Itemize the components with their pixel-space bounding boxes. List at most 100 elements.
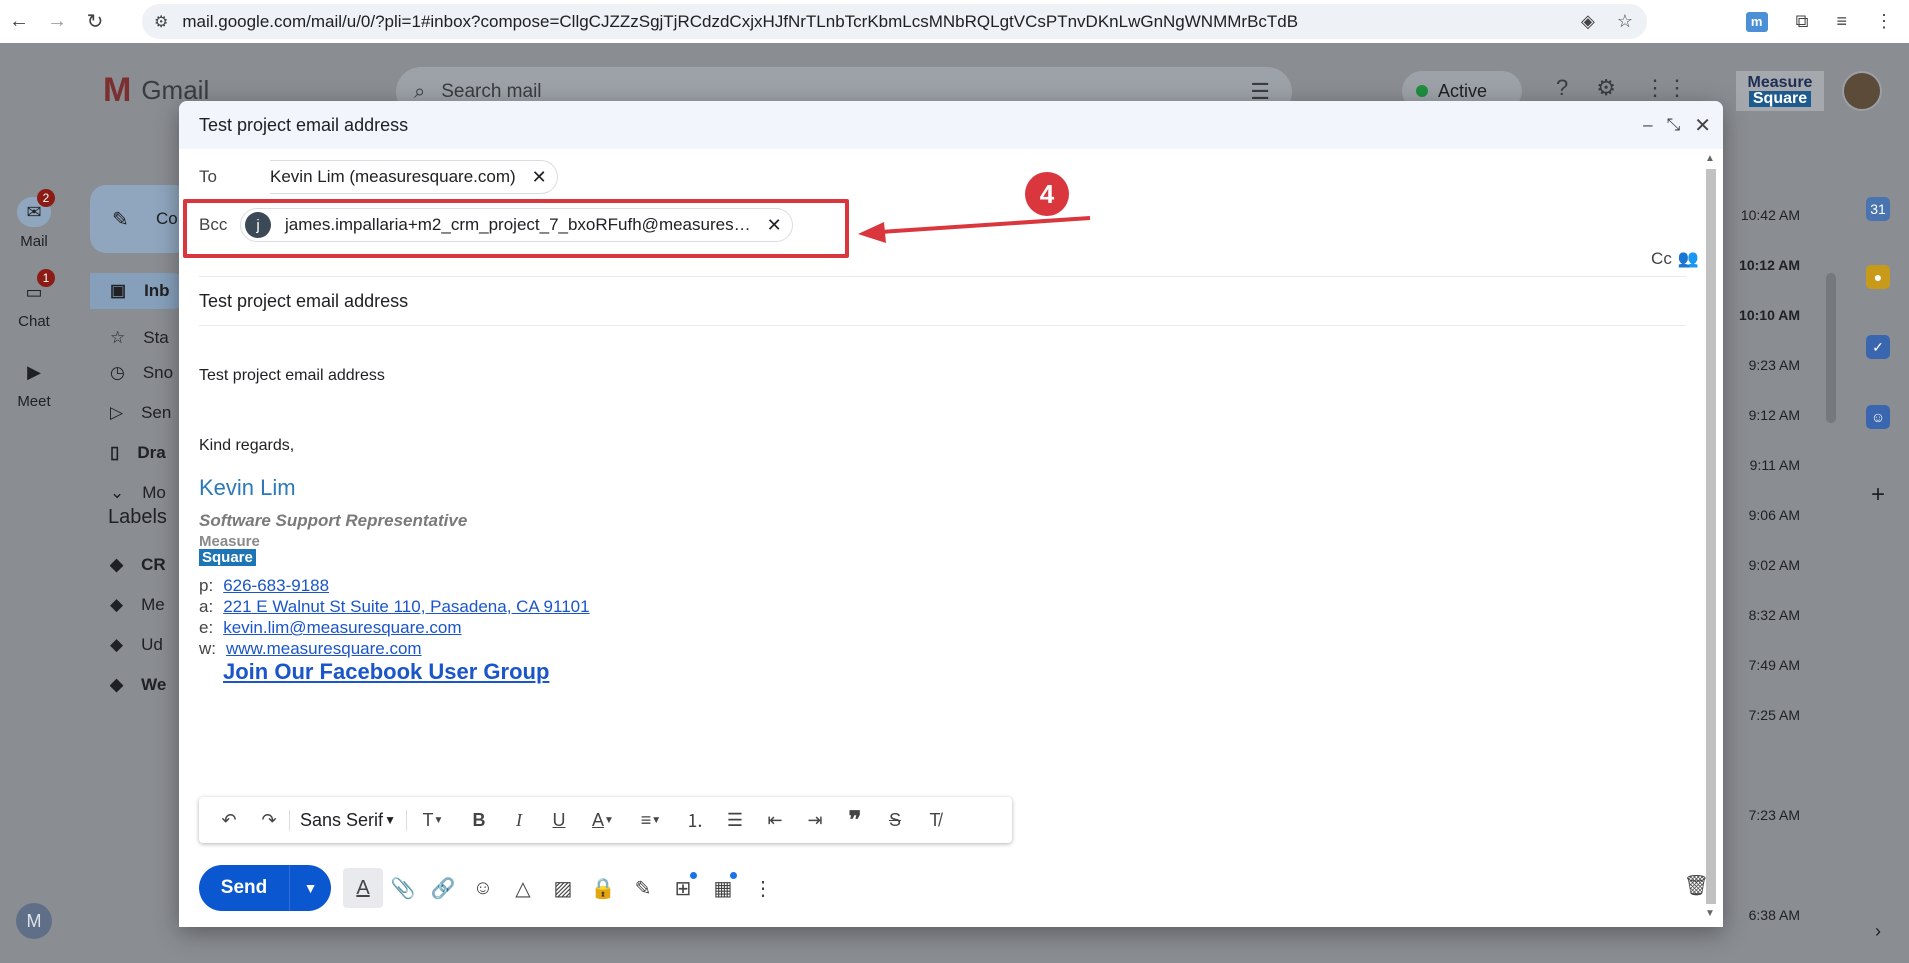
- insert-photo-icon[interactable]: ▨: [543, 868, 583, 908]
- label-item-2[interactable]: ◆ Me: [110, 595, 190, 615]
- star-icon: ☆: [110, 328, 126, 347]
- calendar-icon[interactable]: 31: [1866, 197, 1890, 221]
- url-text[interactable]: mail.google.com/mail/u/0/?pli=1#inbox?co…: [182, 12, 1298, 32]
- drive-icon[interactable]: △: [503, 868, 543, 908]
- insert-link-icon[interactable]: 🔗: [423, 868, 463, 908]
- bookmark-star-icon[interactable]: ☆: [1617, 11, 1633, 32]
- formatting-options-icon[interactable]: A: [343, 868, 383, 908]
- reload-icon[interactable]: ↻: [76, 0, 114, 43]
- font-size-icon[interactable]: T ▼: [407, 797, 459, 843]
- nav-snoozed[interactable]: ◷ Sno: [110, 363, 190, 383]
- back-icon[interactable]: ←: [0, 0, 38, 43]
- redo-icon[interactable]: ↷: [249, 797, 289, 843]
- search-placeholder[interactable]: Search mail: [441, 81, 541, 103]
- italic-icon[interactable]: I: [499, 797, 539, 843]
- keep-icon[interactable]: ●: [1866, 265, 1890, 289]
- underline-icon[interactable]: U: [539, 797, 579, 843]
- address-bar[interactable]: ⚙ mail.google.com/mail/u/0/?pli=1#inbox?…: [142, 4, 1647, 39]
- add-recipients-icon[interactable]: 👥: [1678, 249, 1699, 269]
- org-logo-line2: Square: [1748, 91, 1812, 107]
- to-label: To: [199, 167, 217, 186]
- nav-sent-label: Sen: [141, 403, 172, 422]
- remove-recipient-icon[interactable]: ✕: [532, 167, 547, 188]
- send-icon: ▷: [110, 403, 124, 422]
- compose-title-bar[interactable]: Test project email address – ⤡ ✕: [179, 101, 1723, 149]
- scroll-up-icon[interactable]: ▲: [1705, 153, 1715, 164]
- exit-fullscreen-icon[interactable]: ⤡: [1667, 115, 1681, 135]
- more-options-icon[interactable]: ⋮: [743, 868, 783, 908]
- install-app-icon[interactable]: ◈: [1581, 11, 1595, 32]
- cc-toggle[interactable]: Cc 👥: [1651, 249, 1699, 269]
- compose-scrollbar[interactable]: ▲ ▼: [1703, 153, 1717, 919]
- compose-button[interactable]: ✎ Co: [90, 185, 190, 253]
- close-icon[interactable]: ✕: [1694, 113, 1711, 138]
- signature-pen-icon[interactable]: ✎: [623, 868, 663, 908]
- text-color-icon[interactable]: A ▼: [579, 797, 627, 843]
- label-item-4[interactable]: ◆ We: [110, 675, 190, 695]
- body-text[interactable]: Kind regards,: [199, 437, 294, 455]
- email-link[interactable]: kevin.lim@measuresquare.com: [223, 618, 461, 638]
- numbered-list-icon[interactable]: ⒈: [675, 797, 715, 843]
- gmail-m-icon: M: [103, 71, 132, 109]
- to-recipient-chip[interactable]: Kevin Lim (measuresquare.com) ✕: [270, 160, 558, 194]
- chevron-right-icon[interactable]: ›: [1866, 919, 1890, 943]
- contacts-icon[interactable]: ☺: [1866, 405, 1890, 429]
- signature-email: e: kevin.lim@measuresquare.com: [199, 618, 462, 638]
- web-link[interactable]: www.measuresquare.com: [226, 639, 422, 659]
- settings-gear-icon[interactable]: ⚙: [1596, 75, 1616, 101]
- label-item-3[interactable]: ◆ Ud: [110, 635, 190, 655]
- attach-file-icon[interactable]: 📎: [383, 868, 423, 908]
- extensions-puzzle-icon[interactable]: ⧉: [1796, 11, 1809, 32]
- inbox-scrollbar[interactable]: [1826, 273, 1836, 423]
- address-link[interactable]: 221 E Walnut St Suite 110, Pasadena, CA …: [223, 597, 589, 617]
- rail-chat-label: Chat: [18, 313, 50, 330]
- nav-more[interactable]: ⌄ Mo: [110, 483, 190, 503]
- facebook-group-link[interactable]: Join Our Facebook User Group: [223, 659, 549, 685]
- clock-icon: ◷: [110, 363, 125, 382]
- rail-meet[interactable]: ▶ Meet: [0, 357, 68, 410]
- bulleted-list-icon[interactable]: ☰: [715, 797, 755, 843]
- subject-field[interactable]: Test project email address: [199, 291, 408, 312]
- phone-link[interactable]: 626-683-9188: [223, 576, 329, 596]
- send-button[interactable]: Send: [199, 865, 289, 911]
- site-info-icon[interactable]: ⚙: [154, 12, 168, 32]
- quote-icon[interactable]: ❞: [835, 797, 875, 843]
- browser-menu-icon[interactable]: ⋮: [1875, 11, 1893, 32]
- bold-icon[interactable]: B: [459, 797, 499, 843]
- reading-list-icon[interactable]: ≡: [1836, 11, 1847, 32]
- indent-less-icon[interactable]: ⇤: [755, 797, 795, 843]
- user-initial-avatar[interactable]: M: [16, 903, 52, 939]
- emoji-icon[interactable]: ☺: [463, 868, 503, 908]
- strikethrough-icon[interactable]: S: [875, 797, 915, 843]
- rail-mail[interactable]: ✉ 2 Mail: [0, 189, 68, 250]
- add-addon-icon[interactable]: +: [1866, 481, 1890, 508]
- body-text[interactable]: Test project email address: [199, 367, 385, 385]
- apps-grid-icon[interactable]: ⋮⋮: [1644, 75, 1688, 101]
- forward-icon[interactable]: →: [38, 0, 76, 43]
- send-options-icon[interactable]: ▼: [289, 865, 331, 911]
- rail-chat[interactable]: ▭ 1 Chat: [0, 269, 68, 330]
- font-selector[interactable]: Sans Serif ▼: [289, 809, 407, 831]
- tasks-icon[interactable]: ✓: [1866, 335, 1890, 359]
- nav-starred[interactable]: ☆ Sta: [110, 328, 190, 348]
- nav-sent[interactable]: ▷ Sen: [110, 403, 190, 423]
- layouts-icon[interactable]: ⊞: [663, 868, 703, 908]
- nav-drafts-label: Dra: [137, 443, 166, 462]
- indent-more-icon[interactable]: ⇥: [795, 797, 835, 843]
- discard-draft-icon[interactable]: 🗑: [1684, 873, 1709, 898]
- confidential-mode-icon[interactable]: 🔒: [583, 868, 623, 908]
- account-avatar[interactable]: [1842, 71, 1882, 111]
- extension-m-icon[interactable]: m: [1745, 11, 1768, 32]
- label-item-1[interactable]: ◆ CR: [110, 555, 190, 575]
- align-icon[interactable]: ≡ ▼: [627, 797, 675, 843]
- nav-inbox[interactable]: ▣ Inb: [110, 281, 190, 301]
- schedule-icon[interactable]: ▦: [703, 868, 743, 908]
- nav-drafts[interactable]: ▯ Dra: [110, 443, 190, 463]
- undo-icon[interactable]: ↶: [209, 797, 249, 843]
- help-icon[interactable]: ?: [1556, 75, 1568, 101]
- remove-formatting-icon[interactable]: T̸: [915, 797, 955, 843]
- minimize-icon[interactable]: –: [1643, 115, 1652, 135]
- to-field[interactable]: To Kevin Lim (measuresquare.com) ✕: [199, 157, 1686, 197]
- scroll-thumb[interactable]: [1706, 169, 1716, 904]
- nav-starred-label: Sta: [143, 328, 169, 347]
